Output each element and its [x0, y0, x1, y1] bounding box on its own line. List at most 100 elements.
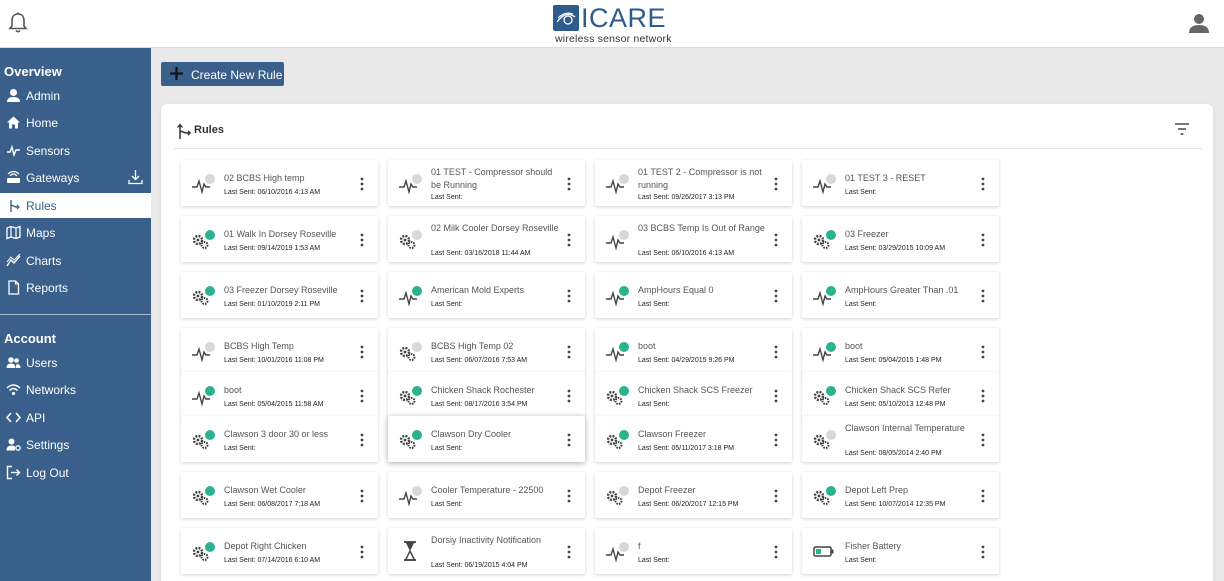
more-vert-icon[interactable]	[771, 488, 781, 504]
router-icon	[6, 170, 21, 185]
more-vert-icon[interactable]	[771, 344, 781, 360]
more-vert-icon[interactable]	[357, 344, 367, 360]
care-logo[interactable]: ICARE wireless sensor network	[553, 3, 671, 45]
more-vert-icon[interactable]	[357, 388, 367, 404]
rule-card[interactable]: Clawson Internal Temperature Last Sent: 0…	[802, 416, 999, 462]
create-new-rule-button[interactable]: Create New Rule	[161, 62, 284, 86]
sidebar-item-users[interactable]: Users	[0, 350, 151, 375]
more-vert-icon[interactable]	[357, 232, 367, 248]
sidebar-item-label: Rules	[26, 199, 57, 213]
more-vert-icon[interactable]	[978, 288, 988, 304]
rule-card[interactable]: Clawson Wet Cooler Last Sent: 06/08/2017 …	[181, 472, 378, 518]
wifi-icon	[6, 382, 21, 397]
more-vert-icon[interactable]	[978, 232, 988, 248]
more-vert-icon[interactable]	[564, 488, 574, 504]
sidebar-item-api[interactable]: API	[0, 405, 151, 430]
download-icon[interactable]	[128, 169, 143, 185]
rule-card[interactable]: Depot Left Prep Last Sent: 10/07/2014 12:…	[802, 472, 999, 518]
more-vert-icon[interactable]	[564, 176, 574, 192]
sidebar-item-reports[interactable]: Reports	[0, 275, 151, 300]
rule-card[interactable]: 01 TEST 3 - RESET Last Sent:	[802, 160, 999, 206]
rule-card[interactable]: AmpHours Greater Than .01 Last Sent:	[802, 272, 999, 318]
rule-card[interactable]: Clawson Dry Cooler Last Sent:	[388, 416, 585, 462]
rule-last-sent: Last Sent: 05/10/2013 12:48 PM	[845, 401, 946, 408]
rule-card[interactable]: boot Last Sent: 05/04/2015 11:58 AM	[181, 372, 378, 418]
rule-card[interactable]: Depot Freezer Last Sent: 06/20/2017 12:15…	[595, 472, 792, 518]
rule-name: Chicken Shack SCS Refer	[845, 385, 951, 395]
rule-card[interactable]: Dorsiy Inactivity Notification Last Sent:…	[388, 528, 585, 574]
pulse-icon	[812, 339, 838, 363]
rule-card[interactable]: 02 BCBS High temp Last Sent: 06/10/2016 4…	[181, 160, 378, 206]
filter-icon[interactable]	[1173, 122, 1191, 136]
pulse-icon	[191, 171, 217, 195]
panel-title: Rules	[194, 124, 224, 136]
rule-card[interactable]: boot Last Sent: 05/04/2015 1:48 PM	[802, 328, 999, 374]
rule-card[interactable]: 01 TEST - Compressor should be Running La…	[388, 160, 585, 206]
rule-card[interactable]: BCBS High Temp 02 Last Sent: 06/07/2016 7…	[388, 328, 585, 374]
sidebar-item-charts[interactable]: Charts	[0, 248, 151, 273]
more-vert-icon[interactable]	[978, 432, 988, 448]
rule-last-sent: Last Sent:	[638, 401, 670, 408]
rule-card[interactable]: 03 BCBS Temp Is Out of Range Last Sent: 0…	[595, 216, 792, 262]
sidebar-item-rules[interactable]: Rules	[0, 193, 151, 218]
more-vert-icon[interactable]	[564, 288, 574, 304]
rule-card[interactable]: 01 TEST 2 - Compressor is not running Las…	[595, 160, 792, 206]
more-vert-icon[interactable]	[978, 488, 988, 504]
more-vert-icon[interactable]	[357, 488, 367, 504]
sidebar-item-label: Sensors	[26, 144, 71, 158]
sidebar-item-maps[interactable]: Maps	[0, 220, 151, 245]
pulse-icon	[605, 283, 631, 307]
rule-card[interactable]: 03 Freezer Last Sent: 03/29/2015 10:09 AM	[802, 216, 999, 262]
more-vert-icon[interactable]	[978, 344, 988, 360]
rule-last-sent: Last Sent: 03/16/2018 11:44 AM	[431, 250, 531, 257]
rule-card[interactable]: Chicken Shack SCS Refer Last Sent: 05/10/…	[802, 372, 999, 418]
more-vert-icon[interactable]	[564, 344, 574, 360]
rule-card[interactable]: Chicken Shack Rochester Last Sent: 08/17/…	[388, 372, 585, 418]
more-vert-icon[interactable]	[357, 432, 367, 448]
more-vert-icon[interactable]	[771, 232, 781, 248]
rule-name: boot	[845, 341, 863, 351]
more-vert-icon[interactable]	[771, 432, 781, 448]
pulse-icon	[605, 339, 631, 363]
sidebar-item-home[interactable]: Home	[0, 110, 151, 135]
more-vert-icon[interactable]	[771, 544, 781, 560]
rule-card[interactable]: Clawson 3 door 30 or less Last Sent:	[181, 416, 378, 462]
more-vert-icon[interactable]	[978, 388, 988, 404]
rule-card[interactable]: AmpHours Equal 0 Last Sent:	[595, 272, 792, 318]
more-vert-icon[interactable]	[771, 388, 781, 404]
rule-card[interactable]: Depot Right Chicken Last Sent: 07/14/2016…	[181, 528, 378, 574]
more-vert-icon[interactable]	[564, 432, 574, 448]
sidebar-item-settings[interactable]: Settings	[0, 432, 151, 457]
more-vert-icon[interactable]	[564, 388, 574, 404]
rule-card[interactable]: 03 Freezer Dorsey Roseville Last Sent: 01…	[181, 272, 378, 318]
sidebar-item-logout[interactable]: Log Out	[0, 460, 151, 485]
rule-last-sent: Last Sent: 06/20/2017 12:15 PM	[638, 501, 739, 508]
user-icon[interactable]	[1188, 12, 1210, 34]
rule-card[interactable]: Cooler Temperature - 22500 Last Sent:	[388, 472, 585, 518]
more-vert-icon[interactable]	[357, 288, 367, 304]
more-vert-icon[interactable]	[771, 176, 781, 192]
gears-icon	[398, 427, 424, 451]
more-vert-icon[interactable]	[357, 176, 367, 192]
more-vert-icon[interactable]	[978, 176, 988, 192]
sidebar-item-admin[interactable]: Admin	[0, 83, 151, 108]
rule-card[interactable]: Clawson Freezer Last Sent: 05/11/2017 3:1…	[595, 416, 792, 462]
rule-card[interactable]: BCBS High Temp Last Sent: 10/01/2016 11:0…	[181, 328, 378, 374]
more-vert-icon[interactable]	[357, 544, 367, 560]
more-vert-icon[interactable]	[771, 288, 781, 304]
rule-card[interactable]: 01 Walk In Dorsey Roseville Last Sent: 09…	[181, 216, 378, 262]
rule-card[interactable]: boot Last Sent: 04/29/2015 9:26 PM	[595, 328, 792, 374]
sidebar-item-networks[interactable]: Networks	[0, 377, 151, 402]
bell-icon[interactable]	[8, 12, 28, 34]
sidebar-item-label: Log Out	[26, 466, 69, 480]
rule-card[interactable]: f Last Sent:	[595, 528, 792, 574]
more-vert-icon[interactable]	[564, 544, 574, 560]
sidebar-item-gateways[interactable]: Gateways	[0, 165, 151, 190]
more-vert-icon[interactable]	[564, 232, 574, 248]
rule-card[interactable]: Chicken Shack SCS Freezer Last Sent:	[595, 372, 792, 418]
sidebar-item-sensors[interactable]: Sensors	[0, 138, 151, 163]
rule-card[interactable]: American Mold Experts Last Sent:	[388, 272, 585, 318]
rule-card[interactable]: Fisher Battery Last Sent:	[802, 528, 999, 574]
rule-card[interactable]: 02 Milk Cooler Dorsey Roseville Last Sent…	[388, 216, 585, 262]
more-vert-icon[interactable]	[978, 544, 988, 560]
